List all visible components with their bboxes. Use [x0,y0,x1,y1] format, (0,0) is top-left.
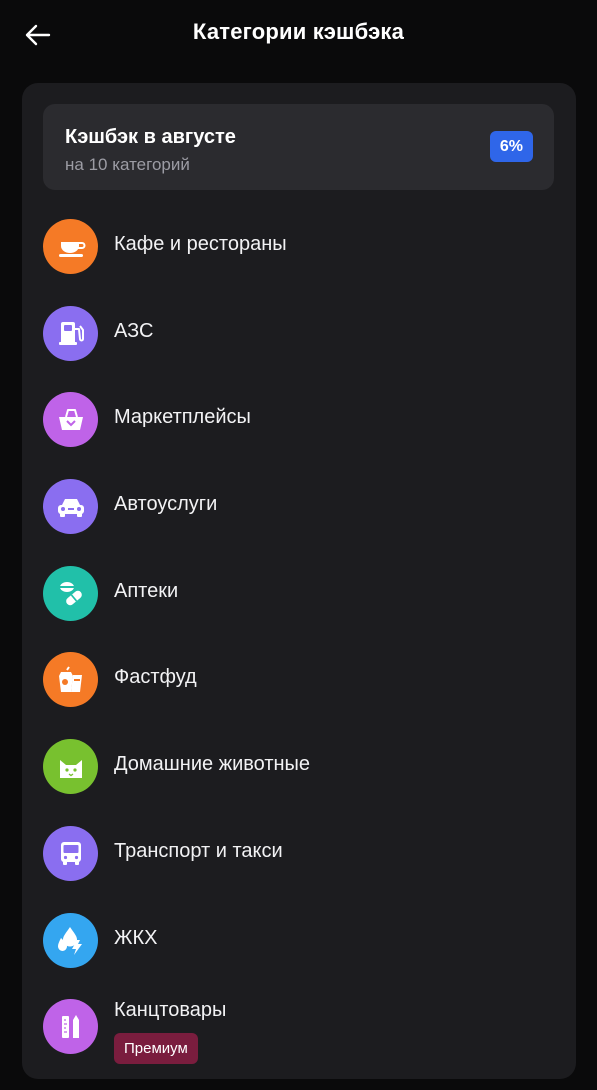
category-label: Маркетплейсы [114,406,251,429]
category-item[interactable]: АЗС [22,290,576,377]
category-item[interactable]: Транспорт и такси [22,810,576,897]
category-label: Транспорт и такси [114,839,283,862]
categories-card: Кэшбэк в августе на 10 категорий 6% Кафе… [22,83,576,1079]
premium-badge: Премиум [114,1033,198,1065]
basket-icon [43,392,98,448]
category-item[interactable]: Кафе и рестораны [22,203,576,290]
category-item[interactable]: Маркетплейсы [22,376,576,463]
category-label: Аптеки [114,579,179,602]
category-item[interactable]: Канцтовары Премиум [22,983,576,1070]
summary-subtitle: на 10 категорий [65,155,190,174]
cat-icon [43,739,98,795]
cashback-percent-badge: 6% [489,131,533,162]
page-title: Категории кэшбэка [192,19,405,44]
category-label: Домашние животные [114,753,311,776]
stationery-icon [43,999,98,1055]
pills-icon [43,565,98,621]
bus-icon [43,825,98,881]
category-label: Автоуслуги [114,493,218,516]
fastfood-icon [43,652,98,708]
category-item[interactable]: Автоуслуги [22,463,576,550]
summary-title: Кэшбэк в августе [65,126,236,148]
cashback-summary[interactable]: Кэшбэк в августе на 10 категорий 6% [43,104,554,190]
category-item[interactable]: ЖКХ [22,897,576,984]
category-item[interactable]: Фастфуд [22,636,576,723]
top-bar: Категории кэшбэка [0,0,597,70]
category-list: Кафе и рестораны АЗС Маркетплейсы Автоус… [22,203,576,1070]
category-label: Канцтовары [114,999,227,1022]
gas-station-icon [43,305,98,361]
utilities-icon [43,912,98,968]
category-item[interactable]: Домашние животные [22,723,576,810]
category-label: Фастфуд [114,666,197,689]
category-label: ЖКХ [114,926,158,949]
car-icon [43,479,98,535]
category-item[interactable]: Аптеки [22,550,576,637]
category-label: АЗС [114,319,154,342]
category-label: Кафе и рестораны [114,233,287,255]
cafe-icon [43,219,98,274]
